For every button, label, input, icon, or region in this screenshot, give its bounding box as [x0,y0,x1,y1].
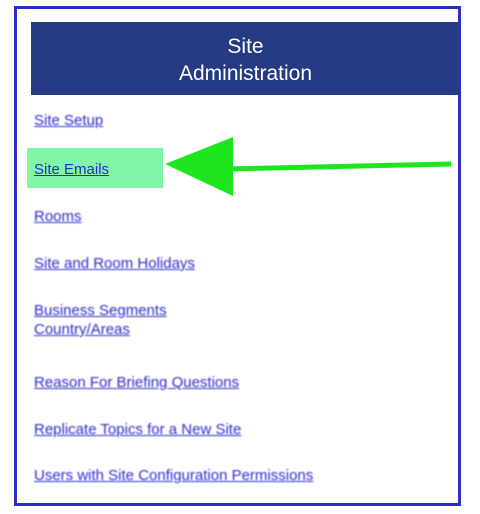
site-administration-panel: Site Administration Site Setup Site Emai… [14,6,461,506]
reason-for-briefing-questions-link[interactable]: Reason For Briefing Questions [34,373,239,392]
panel-title-line1: Site [227,35,264,58]
site-emails-link[interactable]: Site Emails [34,160,109,179]
replicate-topics-link[interactable]: Replicate Topics for a New Site [34,420,241,439]
users-with-site-configuration-permissions-link[interactable]: Users with Site Configuration Permission… [34,466,313,485]
arrow-shaft [224,161,452,172]
business-segments-label: Business Segments [34,302,167,319]
rooms-link[interactable]: Rooms [34,207,82,226]
site-and-room-holidays-link[interactable]: Site and Room Holidays [34,254,195,273]
panel-title-line2: Administration [178,62,313,85]
arrow-head [165,137,233,196]
arrow-left-icon [165,137,452,196]
business-segments-link[interactable]: Business Segments Country/Areas [34,301,167,339]
panel-header: Site Administration [31,22,460,95]
country-areas-label: Country/Areas [34,321,130,338]
site-setup-link[interactable]: Site Setup [34,111,103,130]
